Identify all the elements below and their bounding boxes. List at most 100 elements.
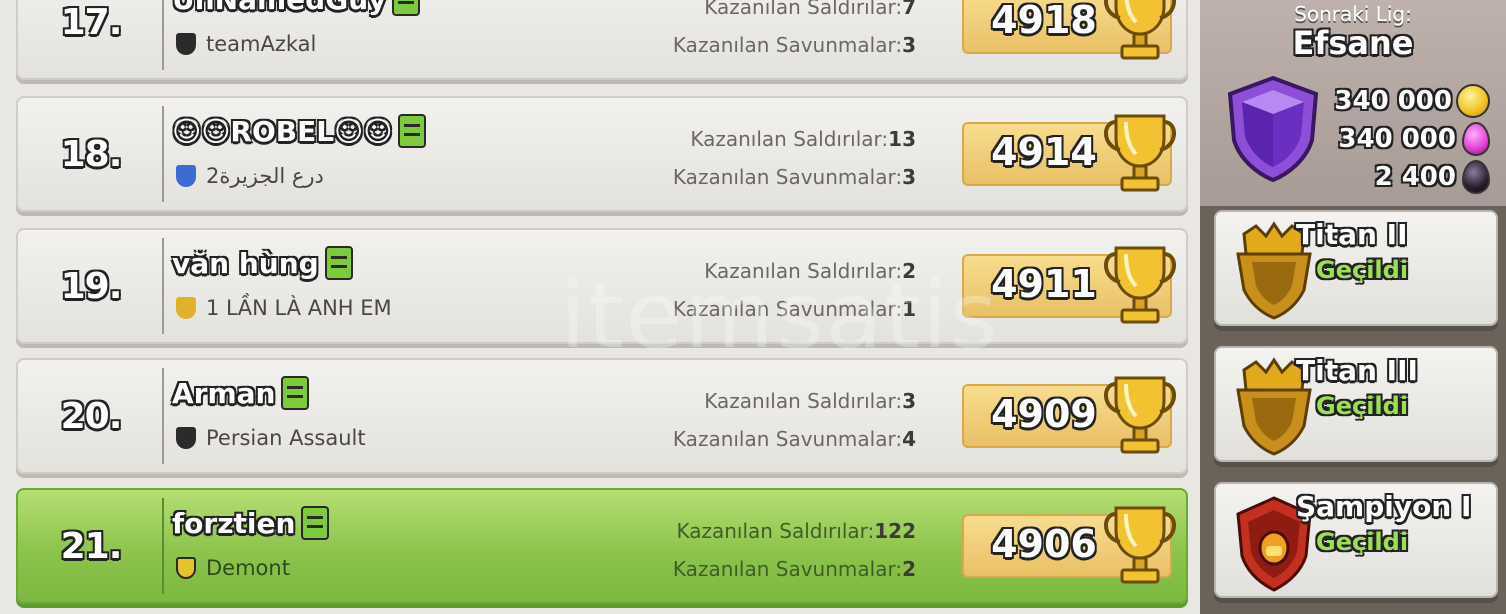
league-status: Geçildi	[1316, 256, 1409, 284]
defenses-label: Kazanılan Savunmalar:	[672, 165, 903, 189]
attacks-won: 13	[888, 127, 916, 151]
league-panel: Sonraki Lig: Efsane 340 000 340 000 2 40…	[1200, 0, 1506, 614]
clan-name-text: 1 LẦN LÀ ANH EM	[206, 296, 392, 320]
rank-number: 19.	[60, 265, 123, 307]
trophy-count: 4906	[991, 522, 1097, 566]
player-stats: Kazanılan Saldırılar:13 Kazanılan Savunm…	[673, 120, 916, 196]
player-name[interactable]: ☺☺ROBEL☺☺	[172, 114, 427, 148]
dark-elixir-drop-icon	[1462, 160, 1490, 194]
league-card-titan-iii[interactable]: Titan III Geçildi	[1214, 346, 1498, 462]
attacks-won: 7	[902, 0, 916, 19]
attacks-won: 3	[902, 389, 916, 413]
player-list-icon	[324, 246, 353, 280]
defenses-won: 2	[902, 557, 916, 581]
attacks-label: Kazanılan Saldırılar:	[704, 389, 903, 413]
league-name: Titan II	[1296, 218, 1408, 251]
trophy-count: 4918	[991, 0, 1097, 42]
rank-number: 20.	[60, 395, 123, 437]
clan-badge-icon	[176, 297, 196, 319]
league-status: Geçildi	[1316, 528, 1409, 556]
defenses-won: 4	[902, 427, 916, 451]
trophy-count: 4909	[991, 392, 1097, 436]
row-divider	[162, 498, 164, 594]
defenses-won: 3	[902, 33, 916, 57]
clan-badge-icon	[176, 165, 196, 187]
reward-elixir-amount: 340 000	[1338, 124, 1456, 154]
trophy-count-box: 4906	[962, 506, 1176, 584]
player-list-icon	[281, 376, 310, 410]
clan-name[interactable]: Demont	[176, 556, 290, 580]
league-status: Geçildi	[1316, 392, 1409, 420]
defenses-label: Kazanılan Savunmalar:	[672, 297, 903, 321]
clan-badge-icon	[176, 427, 196, 449]
row-divider	[162, 238, 164, 334]
player-list-icon	[392, 0, 421, 16]
attacks-label: Kazanılan Saldırılar:	[704, 0, 903, 19]
next-league-label: Sonraki Lig:	[1294, 2, 1412, 26]
trophy-count: 4914	[991, 130, 1097, 174]
reward-gold: 340 000	[1334, 84, 1490, 118]
defenses-label: Kazanılan Savunmalar:	[672, 427, 903, 451]
elixir-drop-icon	[1462, 122, 1490, 156]
gold-coin-icon	[1456, 84, 1490, 118]
clan-name-text: Demont	[206, 556, 290, 580]
row-divider	[162, 0, 164, 70]
player-name-text: ☺☺ROBEL☺☺	[172, 114, 393, 148]
clan-name-text: Persian Assault	[206, 426, 366, 450]
leaderboard-row[interactable]: 19. văn hùng 1 LẦN LÀ ANH EM Kazanılan S…	[16, 228, 1188, 344]
leaderboard-list: 17. UnNamedGuy teamAzkal Kazanılan Saldı…	[0, 0, 1200, 614]
row-divider	[162, 106, 164, 202]
player-list-icon	[398, 114, 427, 148]
attacks-won: 2	[902, 259, 916, 283]
attacks-label: Kazanılan Saldırılar:	[676, 519, 875, 543]
clan-name[interactable]: Persian Assault	[176, 426, 366, 450]
leaderboard-row[interactable]: 18. ☺☺ROBEL☺☺ درع الجزيرة2 Kazanılan Sal…	[16, 96, 1188, 212]
rank-number: 17.	[60, 1, 123, 43]
trophy-count-box: 4914	[962, 114, 1176, 192]
reward-elixir: 340 000	[1338, 122, 1490, 156]
leaderboard-row[interactable]: 20. Arman Persian Assault Kazanılan Sald…	[16, 358, 1188, 474]
reward-dark-elixir-amount: 2 400	[1374, 162, 1456, 192]
defenses-won: 1	[902, 297, 916, 321]
player-stats: Kazanılan Saldırılar:2 Kazanılan Savunma…	[673, 252, 916, 328]
reward-dark-elixir: 2 400	[1375, 160, 1490, 194]
clan-badge-icon	[176, 33, 196, 55]
player-name-text: UnNamedGuy	[172, 0, 386, 16]
legend-league-icon	[1227, 75, 1319, 183]
player-name[interactable]: UnNamedGuy	[172, 0, 421, 16]
clan-name[interactable]: 1 LẦN LÀ ANH EM	[176, 296, 392, 320]
leaderboard-row[interactable]: 17. UnNamedGuy teamAzkal Kazanılan Saldı…	[16, 0, 1188, 80]
leaderboard-row-current-player[interactable]: 21. forztien Demont Kazanılan Saldırılar…	[16, 488, 1188, 604]
player-name-text: Arman	[172, 376, 276, 410]
player-name[interactable]: Arman	[172, 376, 310, 410]
trophy-icon	[1104, 114, 1176, 192]
trophy-count-box: 4918	[962, 0, 1176, 60]
clan-name[interactable]: درع الجزيرة2	[176, 164, 324, 188]
player-name-text: forztien	[172, 506, 296, 540]
player-stats: Kazanılan Saldırılar:122 Kazanılan Savun…	[673, 512, 916, 588]
league-name: Şampiyon I	[1296, 490, 1472, 523]
player-name[interactable]: văn hùng	[172, 246, 353, 280]
player-stats: Kazanılan Saldırılar:3 Kazanılan Savunma…	[673, 382, 916, 458]
clan-badge-icon	[176, 557, 196, 579]
trophy-count-box: 4909	[962, 376, 1176, 454]
defenses-label: Kazanılan Savunmalar:	[672, 33, 903, 57]
clan-name[interactable]: teamAzkal	[176, 32, 316, 56]
trophy-icon	[1104, 506, 1176, 584]
rank-number: 21.	[60, 525, 123, 567]
trophy-count: 4911	[991, 262, 1097, 306]
trophy-icon	[1104, 246, 1176, 324]
trophy-count-box: 4911	[962, 246, 1176, 324]
trophy-icon	[1104, 376, 1176, 454]
trophy-icon	[1104, 0, 1176, 60]
attacks-won: 122	[874, 519, 916, 543]
league-card-champion-i[interactable]: Şampiyon I Geçildi	[1214, 482, 1498, 598]
player-list-icon	[301, 506, 330, 540]
player-name[interactable]: forztien	[172, 506, 330, 540]
attacks-label: Kazanılan Saldırılar:	[690, 127, 889, 151]
clan-name-text: teamAzkal	[206, 32, 317, 56]
next-league-name: Efsane	[1292, 24, 1414, 62]
league-card-titan-ii[interactable]: Titan II Geçildi	[1214, 210, 1498, 326]
player-stats: Kazanılan Saldırılar:7 Kazanılan Savunma…	[673, 0, 916, 64]
defenses-label: Kazanılan Savunmalar:	[672, 557, 903, 581]
